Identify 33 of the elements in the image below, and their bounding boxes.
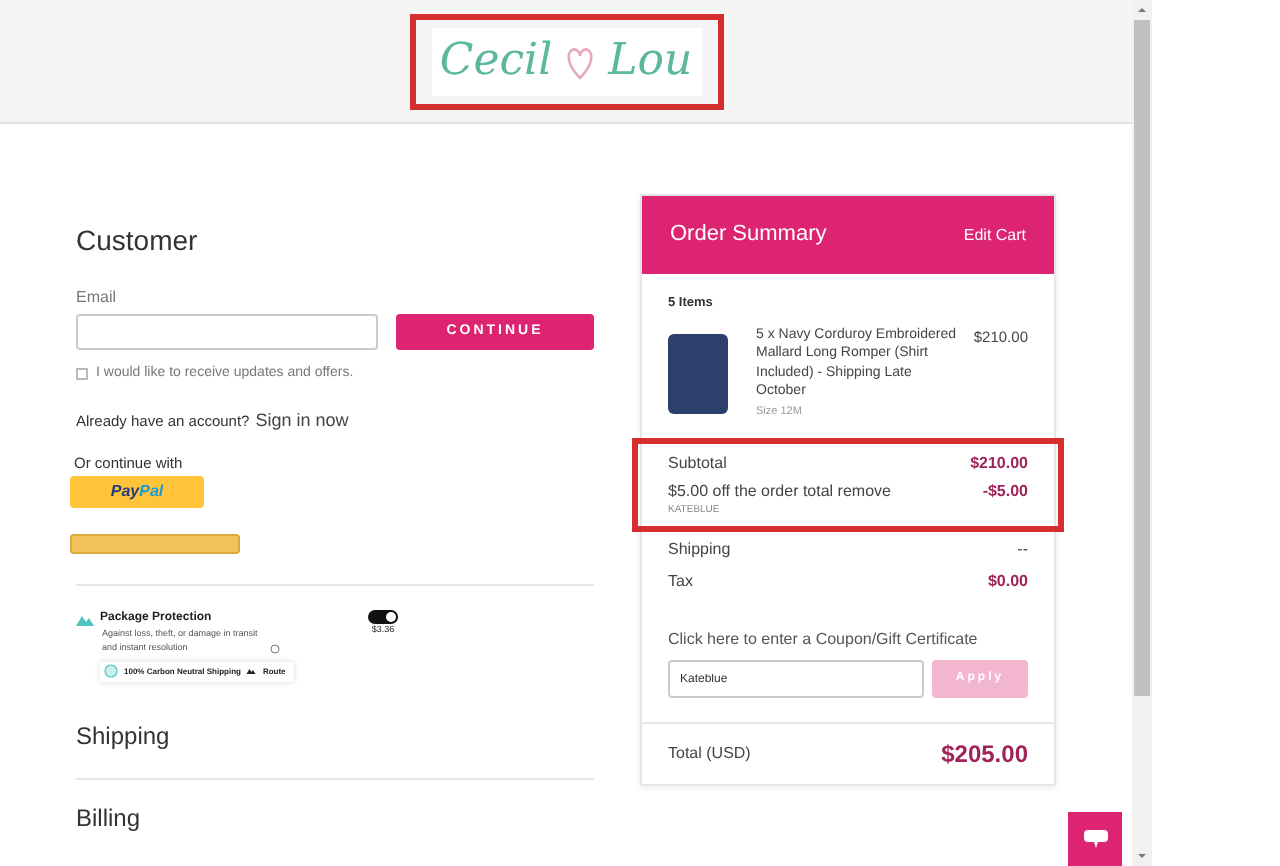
coupon-link[interactable]: Click here to enter a Coupon/Gift Certificate — [668, 628, 1028, 653]
scroll-down-icon[interactable] — [1136, 850, 1148, 862]
shipping-label: Shipping — [668, 538, 731, 563]
subtotal-value: $210.00 — [970, 451, 1028, 476]
subtotal-label: Subtotal — [668, 451, 727, 476]
email-label: Email — [76, 286, 119, 310]
protection-toggle[interactable] — [368, 610, 398, 625]
product-photo — [668, 333, 728, 414]
section-heading: Customer — [76, 222, 200, 260]
scroll-up-icon[interactable] — [1136, 4, 1148, 16]
edit-cart-link[interactable]: Edit Cart — [963, 223, 1026, 247]
tax-value: $0.00 — [987, 570, 1028, 595]
chat-bubble-icon — [1083, 830, 1107, 849]
payment-button[interactable] — [70, 534, 240, 555]
checkbox[interactable] — [76, 368, 88, 381]
info-icon — [270, 643, 280, 654]
mountain-icon — [246, 668, 257, 675]
scrollbar[interactable] — [1132, 0, 1152, 866]
discount-value: -$5.00 — [982, 479, 1028, 504]
discount-label: $5.00 off the order total remove — [668, 479, 891, 504]
email-input[interactable] — [76, 314, 378, 350]
total-value: $205.00 — [941, 738, 1028, 773]
summary-title: Order Summary — [670, 220, 827, 251]
shipping-value: -- — [1017, 538, 1028, 563]
tax-label: Tax — [668, 570, 693, 595]
section-heading: Shipping — [76, 719, 172, 754]
sign-in-link[interactable]: Sign in now — [255, 407, 349, 434]
paypal-button[interactable]: PayPal — [70, 476, 204, 509]
chat-button[interactable] — [1068, 812, 1122, 866]
mountain-icon — [76, 613, 94, 626]
section-heading: Billing — [76, 801, 143, 836]
scrollbar-thumb[interactable] — [1134, 20, 1150, 696]
total-label: Total (USD) — [668, 742, 751, 767]
